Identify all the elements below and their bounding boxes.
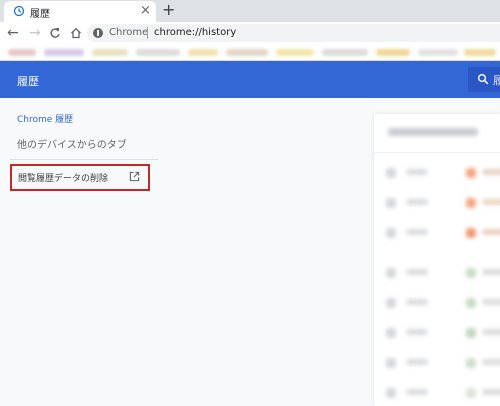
row-checkbox[interactable] [386, 388, 396, 398]
site-info-icon[interactable] [93, 28, 103, 38]
history-icon [13, 5, 25, 17]
row-favicon [466, 328, 476, 338]
site-name: Chrome [109, 27, 149, 38]
bookmark-item[interactable] [276, 49, 314, 56]
row-title[interactable] [482, 269, 500, 275]
history-row[interactable] [374, 160, 500, 184]
bookmark-item[interactable] [92, 49, 128, 56]
row-checkbox[interactable] [386, 198, 396, 208]
history-row[interactable] [374, 220, 500, 244]
row-time [406, 199, 428, 205]
history-main [165, 98, 500, 406]
row-time [406, 359, 428, 365]
new-tab-button[interactable]: + [162, 0, 175, 20]
url-separator [147, 27, 148, 39]
bookmark-item[interactable] [226, 49, 268, 56]
history-date-heading [388, 128, 478, 136]
tab-history[interactable]: 履歴 × [4, 1, 156, 22]
search-placeholder: 履 [493, 74, 500, 87]
bookmark-item[interactable] [322, 49, 368, 56]
bookmark-item[interactable] [188, 49, 218, 56]
page-title: 履歴 [17, 75, 39, 88]
row-favicon [466, 268, 476, 278]
history-row[interactable] [374, 290, 500, 314]
row-time [406, 269, 428, 275]
bookmark-item[interactable] [8, 49, 36, 56]
search-icon [478, 74, 489, 85]
clear-browsing-data-label: 閲覧履歴データの削除 [18, 174, 109, 184]
row-favicon [466, 228, 476, 238]
history-row[interactable] [374, 320, 500, 344]
history-row[interactable] [374, 190, 500, 214]
bookmark-item[interactable] [136, 49, 180, 56]
tab-strip: 履歴 × + [0, 0, 500, 22]
bookmark-item[interactable] [376, 49, 410, 56]
history-row[interactable] [374, 380, 500, 404]
row-favicon [466, 168, 476, 178]
row-title[interactable] [482, 199, 500, 205]
bookmark-item[interactable] [418, 49, 458, 56]
address-bar[interactable]: Chrome chrome://history [87, 24, 500, 42]
close-tab-icon[interactable]: × [140, 3, 151, 19]
sidebar-item-chrome-history[interactable]: Chrome 履歴 [17, 112, 73, 125]
row-favicon [466, 358, 476, 368]
row-checkbox[interactable] [386, 298, 396, 308]
history-row[interactable] [374, 350, 500, 374]
row-time [406, 169, 428, 175]
sidebar-item-other-devices[interactable]: 他のデバイスからのタブ [17, 136, 127, 151]
row-time [406, 299, 428, 305]
bookmark-item[interactable] [464, 49, 496, 56]
row-title[interactable] [482, 229, 500, 235]
bookmarks-bar [0, 44, 500, 61]
row-checkbox[interactable] [386, 228, 396, 238]
history-card-header [374, 114, 500, 153]
row-title[interactable] [482, 359, 500, 365]
reload-icon[interactable] [49, 27, 61, 39]
row-checkbox[interactable] [386, 268, 396, 278]
row-time [406, 329, 428, 335]
tab-title: 履歴 [30, 9, 50, 20]
row-title[interactable] [482, 329, 500, 335]
row-checkbox[interactable] [386, 328, 396, 338]
toolbar: ← → Chrome chrome://history [0, 22, 500, 44]
clear-browsing-data-link[interactable]: 閲覧履歴データの削除 [10, 164, 150, 191]
row-favicon [466, 198, 476, 208]
row-title[interactable] [482, 389, 500, 395]
forward-button[interactable]: → [29, 24, 41, 42]
back-button[interactable]: ← [7, 24, 19, 42]
row-checkbox[interactable] [386, 358, 396, 368]
home-icon[interactable] [70, 27, 82, 39]
history-header: 履歴 履 [0, 61, 500, 98]
row-time [406, 229, 428, 235]
sidebar-divider [10, 159, 158, 160]
row-checkbox[interactable] [386, 168, 396, 178]
row-favicon [466, 388, 476, 398]
bookmark-item[interactable] [44, 49, 84, 56]
row-title[interactable] [482, 169, 500, 175]
sidebar: Chrome 履歴 他のデバイスからのタブ 閲覧履歴データの削除 [0, 98, 165, 406]
url-text[interactable]: chrome://history [154, 27, 236, 38]
row-favicon [466, 298, 476, 308]
row-title[interactable] [482, 299, 500, 305]
search-field[interactable]: 履 [468, 67, 500, 92]
row-time [406, 389, 428, 395]
history-card [374, 114, 500, 406]
history-row[interactable] [374, 260, 500, 284]
external-link-icon [129, 171, 140, 182]
